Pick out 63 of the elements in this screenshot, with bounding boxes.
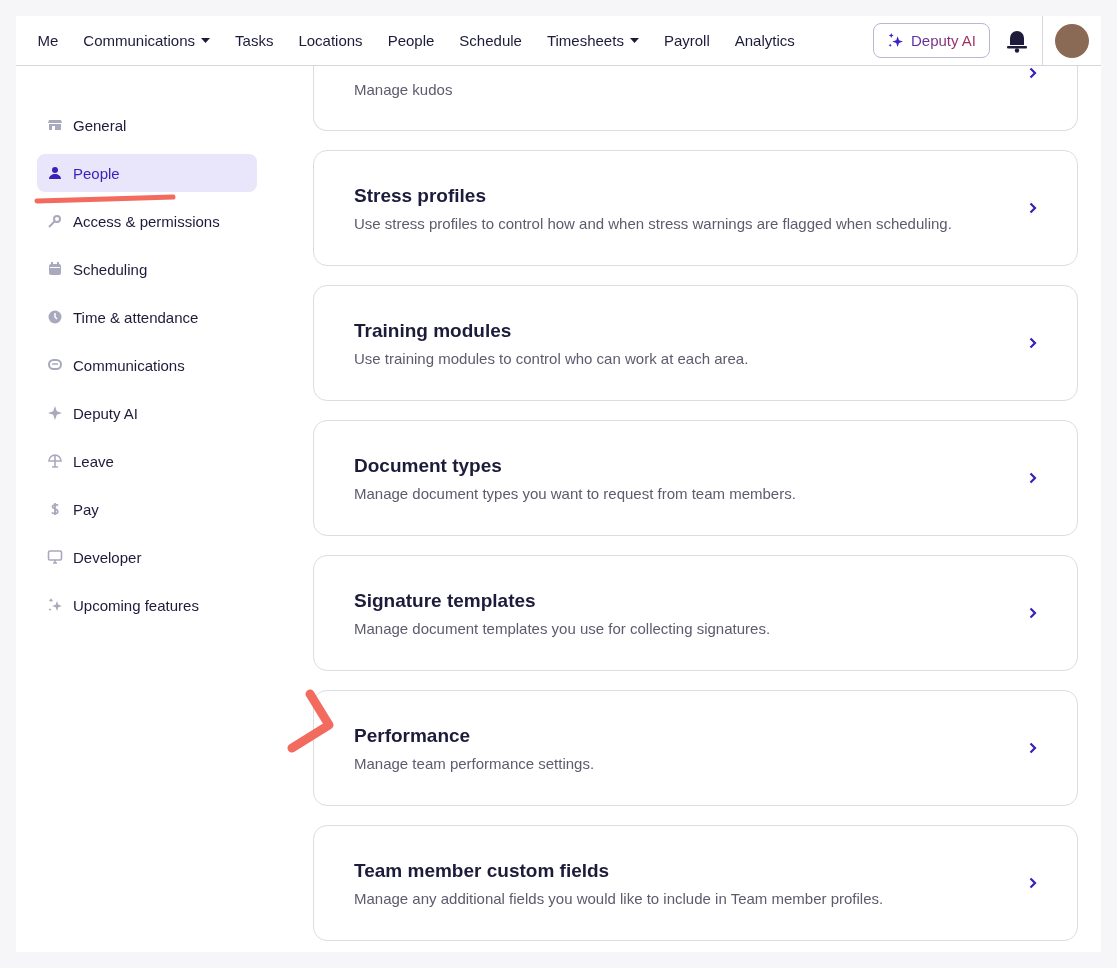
sidebar-item[interactable]: Pay (37, 490, 257, 528)
bell-icon[interactable] (1006, 28, 1028, 53)
nav-link[interactable]: Tasks (222, 32, 286, 49)
nav-link[interactable]: Timesheets (534, 32, 652, 49)
settings-card[interactable]: Document types Manage document types you want to request from team members. (313, 420, 1078, 536)
card-description: Manage team performance settings. (354, 754, 596, 772)
settings-card[interactable]: Stress profiles Use stress profiles to control how and when stress warnings are flagged when scheduling. (313, 150, 1078, 266)
key-icon (47, 213, 63, 229)
avatar[interactable] (1055, 23, 1089, 58)
sidebar-item[interactable]: Communications (37, 346, 257, 384)
store-icon (47, 117, 63, 133)
chevron-right-icon[interactable] (1029, 67, 1037, 79)
person-icon (47, 165, 63, 181)
sparkles-icon (886, 32, 904, 49)
chevron-right-icon[interactable] (1029, 202, 1037, 214)
nav-link[interactable]: Schedule (446, 32, 535, 49)
settings-card[interactable]: Performance Manage team performance settings. (313, 690, 1078, 806)
deputy-ai-button[interactable]: Deputy AI (872, 23, 990, 58)
sidebar-item[interactable]: General (37, 106, 257, 144)
card-title: Signature templates (354, 589, 537, 612)
card-title: Document types (354, 454, 503, 477)
chevron-right-icon[interactable] (1029, 607, 1037, 619)
sidebar-item[interactable]: Scheduling (37, 250, 257, 288)
card-title: Stress profiles (354, 184, 487, 207)
sparkle-icon (47, 405, 63, 421)
chevron-right-icon[interactable] (1029, 472, 1037, 484)
card-description: Use training modules to control who can work at each area. (354, 349, 750, 367)
sidebar-item[interactable]: Developer (37, 538, 257, 576)
nav-link[interactable]: Me (25, 32, 71, 49)
caret-icon (629, 38, 639, 43)
clock-icon (47, 309, 63, 325)
settings-card[interactable]: Team member custom fields Manage any additional fields you would like to include in Team member profiles. (313, 825, 1078, 941)
card-description: Use stress profiles to control how and when stress warnings are flagged when scheduling. (354, 214, 953, 232)
settings-card[interactable]: Training modules Use training modules to control who can work at each area. (313, 285, 1078, 401)
calendar-icon (47, 261, 63, 277)
chevron-right-icon[interactable] (1029, 337, 1037, 349)
nav-link[interactable]: People (375, 32, 447, 49)
sparkles-icon (47, 597, 63, 613)
sidebar-item[interactable]: Time & attendance (37, 298, 257, 336)
card-description: Manage kudos (354, 80, 454, 98)
umbrella-icon (47, 453, 63, 469)
sidebar-item[interactable]: Leave (37, 442, 257, 480)
settings-card[interactable]: Signature templates Manage document templates you use for collecting signatures. (313, 555, 1078, 671)
nav-link[interactable]: Communications (70, 32, 223, 49)
chevron-right-icon[interactable] (1029, 742, 1037, 754)
card-description: Manage any additional fields you would like to include in Team member profiles. (354, 889, 885, 907)
card-description: Manage document templates you use for collecting signatures. (354, 619, 772, 637)
card-title: Training modules (354, 319, 513, 342)
settings-card[interactable]: Manage kudos (313, 66, 1078, 131)
card-description: Manage document types you want to request from team members. (354, 484, 797, 502)
card-title: Performance (354, 724, 472, 747)
sidebar-item[interactable]: People (37, 154, 257, 192)
sidebar-item[interactable]: Upcoming features (37, 586, 257, 624)
nav-link[interactable]: Locations (285, 32, 376, 49)
nav-link[interactable]: Payroll (651, 32, 723, 49)
caret-icon (201, 38, 211, 43)
sidebar-item[interactable]: Deputy AI (37, 394, 257, 432)
card-title: Team member custom fields (354, 859, 611, 882)
chevron-right-icon[interactable] (1029, 877, 1037, 889)
monitor-icon (47, 549, 63, 565)
sidebar-item[interactable]: Access & permissions (37, 202, 257, 240)
nav-link[interactable]: Analytics (722, 32, 808, 49)
chat-icon (47, 357, 63, 373)
